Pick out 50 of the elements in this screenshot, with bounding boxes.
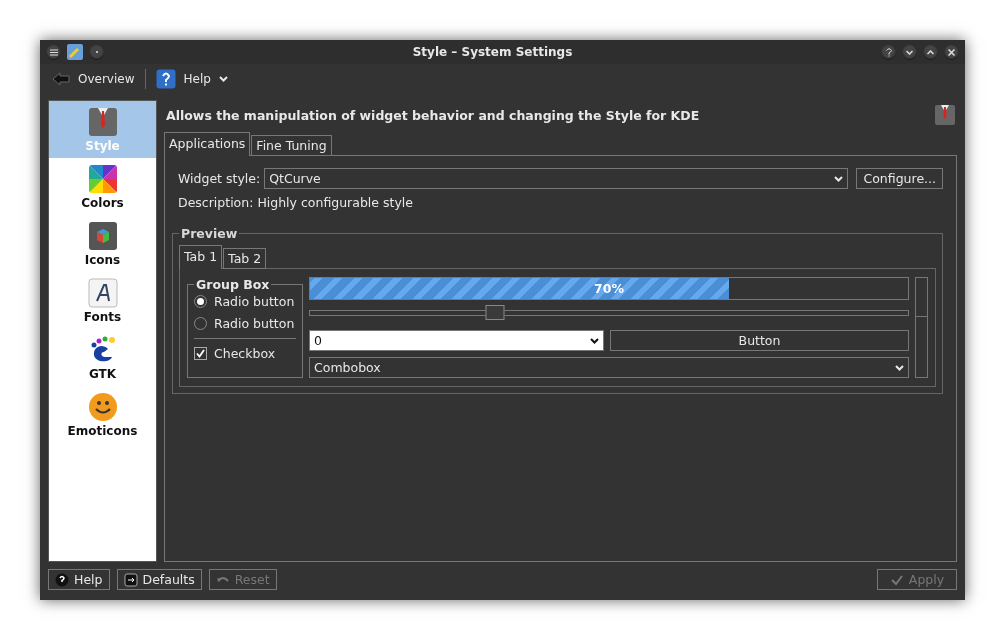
preview-title: Preview (180, 226, 239, 241)
widget-style-dropdown[interactable]: QtCurve (264, 168, 849, 189)
caret-icon (895, 364, 904, 371)
sidebar-item[interactable]: Emoticons (49, 386, 156, 443)
close-icon[interactable] (944, 44, 959, 60)
minimize-icon[interactable] (902, 44, 917, 60)
spin-field[interactable]: 0 (309, 330, 604, 351)
group-box-title: Group Box (195, 277, 271, 292)
description-text: Description: Highly configurable style (178, 195, 414, 210)
tab[interactable]: Applications (164, 132, 251, 156)
help-button[interactable]: Help (153, 69, 230, 89)
letter-icon (87, 278, 118, 308)
defaults-button[interactable]: Defaults (116, 569, 202, 590)
scrollbar[interactable] (915, 277, 928, 378)
widget-style-label: Widget style: (178, 171, 261, 186)
cube-icon (87, 221, 118, 251)
checkbox[interactable] (194, 347, 207, 360)
window-title: Style – System Settings (411, 45, 574, 59)
overview-button[interactable]: Overview (50, 72, 137, 86)
maximize-icon[interactable] (923, 44, 938, 60)
suit-icon (935, 105, 955, 125)
help-button[interactable]: Help (48, 569, 110, 590)
defaults-icon (123, 572, 138, 587)
sidebar-item[interactable]: Colors (49, 158, 156, 215)
tab[interactable]: Tab 1 (179, 245, 223, 269)
color-wheel-icon (87, 164, 118, 194)
radio-label: Radio button (214, 294, 295, 309)
checkbox-label: Checkbox (214, 346, 276, 361)
progress-text: 70% (593, 281, 625, 296)
back-arrow-icon (52, 72, 70, 86)
configure-button[interactable]: Configure... (856, 168, 943, 189)
combobox[interactable]: Combobox (309, 357, 909, 378)
smiley-icon (87, 392, 118, 422)
tab[interactable]: Tab 2 (223, 248, 267, 269)
caret-icon (218, 76, 228, 82)
caret-icon (834, 175, 844, 182)
help-icon[interactable] (881, 44, 896, 60)
slider-thumb[interactable] (485, 305, 505, 320)
preview-button[interactable]: Button (610, 330, 909, 351)
sidebar-item[interactable]: Fonts (49, 272, 156, 329)
page-header: Allows the manipulation of widget behavior and changing the Style for KDE (166, 107, 700, 123)
menu-icon[interactable] (46, 44, 61, 60)
tab[interactable]: Fine Tuning (251, 135, 332, 156)
radio-label: Radio button (214, 316, 295, 331)
sidebar-item[interactable]: Icons (49, 215, 156, 272)
help-icon (55, 572, 69, 587)
suit-icon (87, 107, 118, 137)
caret-icon (590, 337, 599, 344)
help-icon (155, 69, 176, 89)
sidebar-item[interactable]: GTK (49, 329, 156, 386)
